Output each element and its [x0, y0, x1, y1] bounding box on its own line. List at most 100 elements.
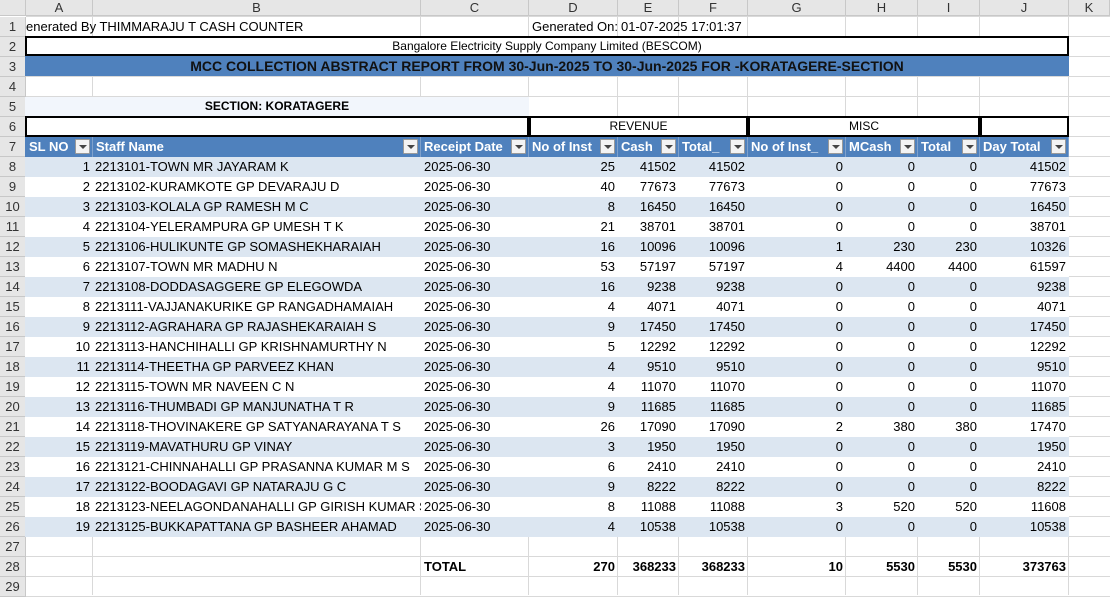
row-header-4[interactable]: 4: [0, 77, 26, 97]
table-row[interactable]: 3 2213103-KOLALA GP RAMESH M C 2025-06-30 8…: [25, 197, 1069, 217]
cell-cash[interactable]: 17450: [618, 317, 679, 337]
cell-no-of-inst-misc[interactable]: 0: [748, 477, 846, 497]
cell-receipt-date[interactable]: 2025-06-30: [421, 477, 529, 497]
filter-dropdown-icon[interactable]: [75, 139, 90, 154]
cell-staff-name[interactable]: 2213119-MAVATHURU GP VINAY: [93, 437, 421, 457]
total-label[interactable]: TOTAL: [421, 557, 529, 577]
table-row[interactable]: 1 2213101-TOWN MR JAYARAM K 2025-06-30 25 41…: [25, 157, 1069, 177]
cell-staff-name[interactable]: 2213108-DODDASAGGERE GP ELEGOWDA: [93, 277, 421, 297]
cell-sl-no[interactable]: 18: [26, 497, 93, 517]
cell-total[interactable]: 16450: [679, 197, 748, 217]
cell-no-of-inst[interactable]: 16: [529, 237, 618, 257]
cell-day-total[interactable]: 11608: [980, 497, 1069, 517]
table-row[interactable]: 14 2213118-THOVINAKERE GP SATYANARAYANA T…: [25, 417, 1069, 437]
row-header-25[interactable]: 25: [0, 497, 26, 517]
total-total-misc[interactable]: 5530: [918, 557, 980, 577]
total-mcash[interactable]: 5530: [846, 557, 918, 577]
cell-receipt-date[interactable]: 2025-06-30: [421, 177, 529, 197]
cell-receipt-date[interactable]: 2025-06-30: [421, 237, 529, 257]
cell-day-total[interactable]: 38701: [980, 217, 1069, 237]
cell-no-of-inst-misc[interactable]: 0: [748, 157, 846, 177]
cell-staff-name[interactable]: 2213107-TOWN MR MADHU N: [93, 257, 421, 277]
total-total-[interactable]: 368233: [679, 557, 748, 577]
cell-total[interactable]: 17450: [679, 317, 748, 337]
cell-no-of-inst[interactable]: 26: [529, 417, 618, 437]
cell-no-of-inst[interactable]: 8: [529, 497, 618, 517]
table-row[interactable]: 5 2213106-HULIKUNTE GP SOMASHEKHARAIAH 202…: [25, 237, 1069, 257]
cell-no-of-inst-misc[interactable]: 0: [748, 457, 846, 477]
cell-total-misc[interactable]: 0: [918, 357, 980, 377]
cell-day-total[interactable]: 11070: [980, 377, 1069, 397]
row-header-29[interactable]: 29: [0, 577, 26, 597]
column-header-k[interactable]: K: [1069, 0, 1110, 16]
row-header-23[interactable]: 23: [0, 457, 26, 477]
cell-total[interactable]: 4071: [679, 297, 748, 317]
cell-no-of-inst[interactable]: 25: [529, 157, 618, 177]
cell-cash[interactable]: 10096: [618, 237, 679, 257]
cell-sl-no[interactable]: 11: [26, 357, 93, 377]
table-row[interactable]: 6 2213107-TOWN MR MADHU N 2025-06-30 53 5719…: [25, 257, 1069, 277]
table-row[interactable]: 4 2213104-YELERAMPURA GP UMESH T K 2025-06…: [25, 217, 1069, 237]
cell-day-total[interactable]: 1950: [980, 437, 1069, 457]
cell-receipt-date[interactable]: 2025-06-30: [421, 197, 529, 217]
cell-no-of-inst-misc[interactable]: 0: [748, 357, 846, 377]
cell-mcash[interactable]: 230: [846, 237, 918, 257]
cell-cash[interactable]: 16450: [618, 197, 679, 217]
row-header-27[interactable]: 27: [0, 537, 26, 557]
cell-no-of-inst-misc[interactable]: 2: [748, 417, 846, 437]
cell-sl-no[interactable]: 12: [26, 377, 93, 397]
cell-cash[interactable]: 9238: [618, 277, 679, 297]
cell-receipt-date[interactable]: 2025-06-30: [421, 297, 529, 317]
cell-total[interactable]: 12292: [679, 337, 748, 357]
cell-no-of-inst-misc[interactable]: 0: [748, 297, 846, 317]
row-header-1[interactable]: 1: [0, 17, 26, 37]
total-no-of-inst-misc[interactable]: 10: [748, 557, 846, 577]
cell-total-misc[interactable]: 230: [918, 237, 980, 257]
cell-day-total[interactable]: 8222: [980, 477, 1069, 497]
table-row[interactable]: 10 2213113-HANCHIHALLI GP KRISHNAMURTHY N…: [25, 337, 1069, 357]
cell-cash[interactable]: 10538: [618, 517, 679, 537]
filter-dropdown-icon[interactable]: [600, 139, 615, 154]
row-header-19[interactable]: 19: [0, 377, 26, 397]
cell-no-of-inst[interactable]: 4: [529, 377, 618, 397]
filter-dropdown-icon[interactable]: [900, 139, 915, 154]
cell-no-of-inst-misc[interactable]: 1: [748, 237, 846, 257]
cell-receipt-date[interactable]: 2025-06-30: [421, 317, 529, 337]
filter-dropdown-icon[interactable]: [403, 139, 418, 154]
row-header-28[interactable]: 28: [0, 557, 26, 577]
cell-mcash[interactable]: 0: [846, 477, 918, 497]
cell-day-total[interactable]: 2410: [980, 457, 1069, 477]
cell-no-of-inst-misc[interactable]: 0: [748, 397, 846, 417]
cell-receipt-date[interactable]: 2025-06-30: [421, 497, 529, 517]
row-header-9[interactable]: 9: [0, 177, 26, 197]
total-cash[interactable]: 368233: [618, 557, 679, 577]
cell-total[interactable]: 57197: [679, 257, 748, 277]
cell-receipt-date[interactable]: 2025-06-30: [421, 377, 529, 397]
cell-mcash[interactable]: 520: [846, 497, 918, 517]
table-row[interactable]: 13 2213116-THUMBADI GP MANJUNATHA T R 2025…: [25, 397, 1069, 417]
cell-no-of-inst[interactable]: 16: [529, 277, 618, 297]
column-header-g[interactable]: G: [748, 0, 846, 16]
cell-total[interactable]: 8222: [679, 477, 748, 497]
cell-total-misc[interactable]: 0: [918, 177, 980, 197]
cell-sl-no[interactable]: 2: [26, 177, 93, 197]
row-header-8[interactable]: 8: [0, 157, 26, 177]
cell-staff-name[interactable]: 2213116-THUMBADI GP MANJUNATHA T R: [93, 397, 421, 417]
cell-receipt-date[interactable]: 2025-06-30: [421, 337, 529, 357]
row-header-16[interactable]: 16: [0, 317, 26, 337]
column-header-a[interactable]: A: [26, 0, 93, 16]
table-row[interactable]: 15 2213119-MAVATHURU GP VINAY 2025-06-30 3 1…: [25, 437, 1069, 457]
cell-sl-no[interactable]: 17: [26, 477, 93, 497]
cell-mcash[interactable]: 0: [846, 317, 918, 337]
cell-total[interactable]: 11685: [679, 397, 748, 417]
cell-no-of-inst-misc[interactable]: 0: [748, 317, 846, 337]
cell-sl-no[interactable]: 4: [26, 217, 93, 237]
row-header-15[interactable]: 15: [0, 297, 26, 317]
row-header-7[interactable]: 7: [0, 137, 26, 157]
cell-total-misc[interactable]: 0: [918, 317, 980, 337]
row-header-22[interactable]: 22: [0, 437, 26, 457]
cell-total-misc[interactable]: 0: [918, 217, 980, 237]
cell-staff-name[interactable]: 2213121-CHINNAHALLI GP PRASANNA KUMAR M …: [93, 457, 421, 477]
cell-receipt-date[interactable]: 2025-06-30: [421, 157, 529, 177]
table-row[interactable]: 16 2213121-CHINNAHALLI GP PRASANNA KUMAR …: [25, 457, 1069, 477]
